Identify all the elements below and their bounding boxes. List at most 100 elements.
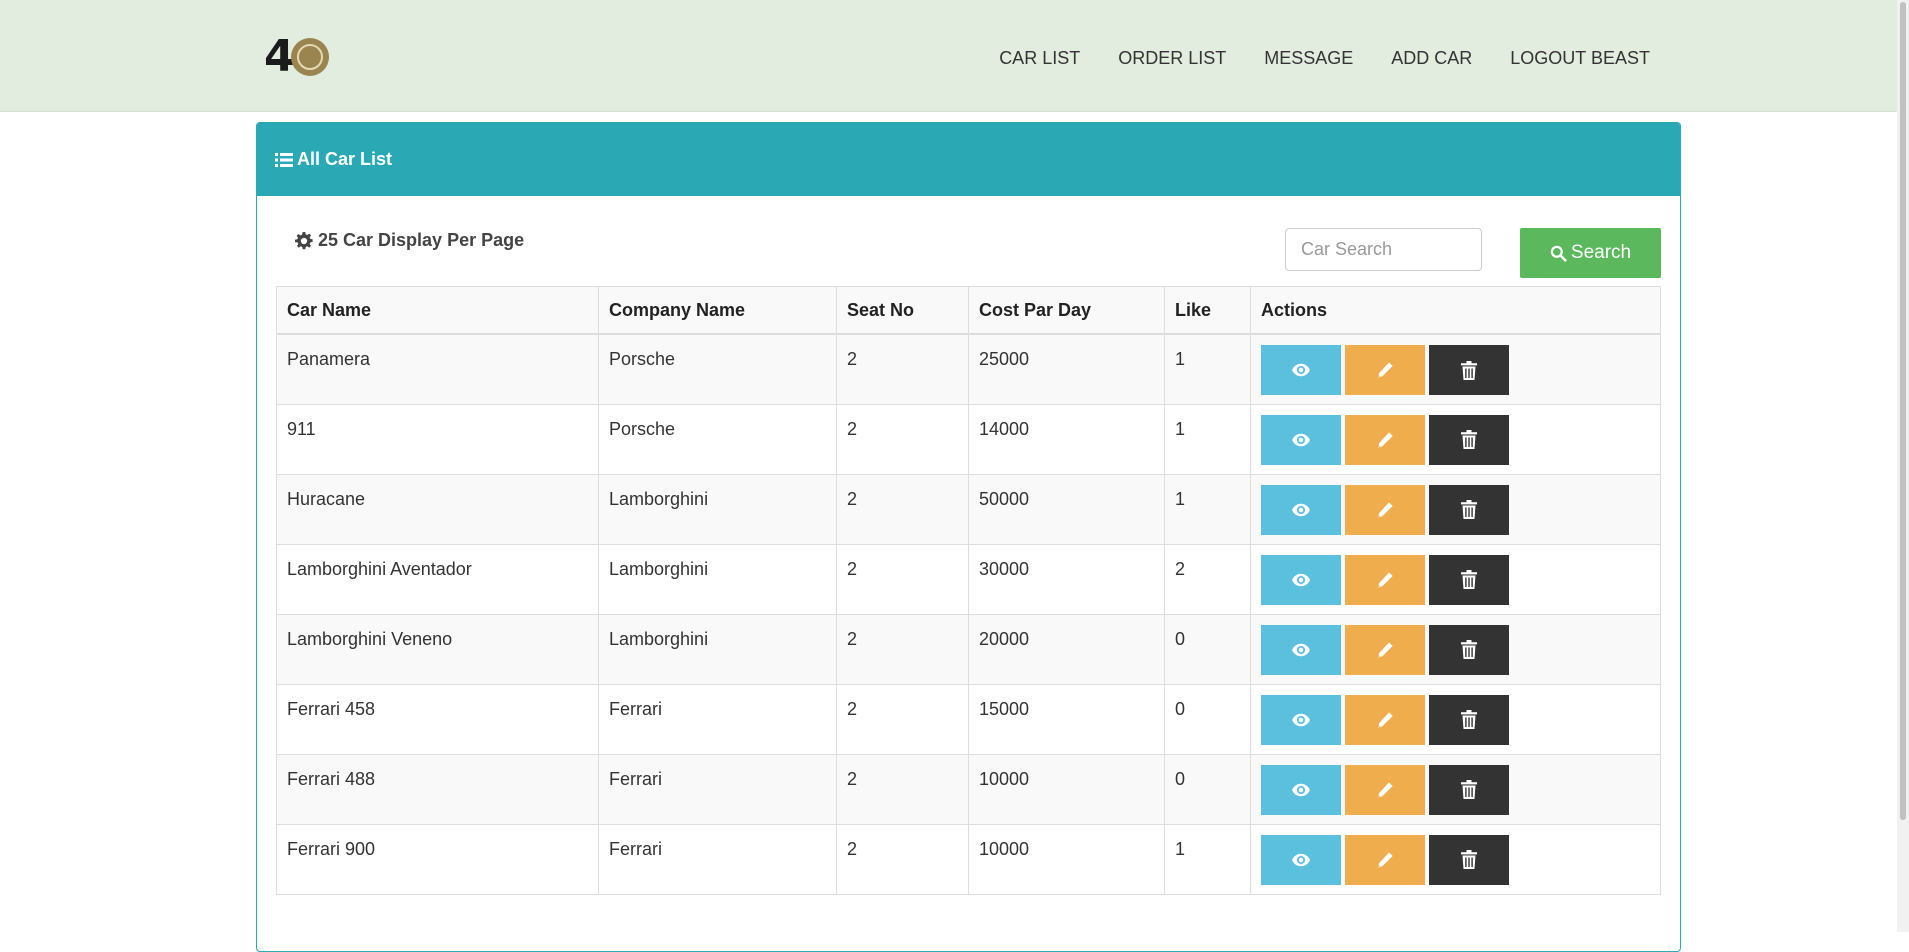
table-row: 911 Porsche 2 14000 1 xyxy=(276,403,1661,475)
eye-icon xyxy=(1292,713,1310,726)
cell-seat-no: 2 xyxy=(836,823,969,895)
search-button-label: Search xyxy=(1570,242,1632,263)
header-company-name[interactable]: Company Name xyxy=(598,286,837,335)
table-toolbar: 25 Car Display Per Page Search xyxy=(257,196,1680,292)
nav-car-list[interactable]: CAR LIST xyxy=(999,46,1080,70)
cell-car-name: 911 xyxy=(276,403,599,475)
nav-logout[interactable]: LOGOUT BEAST xyxy=(1510,46,1650,70)
table-row: Lamborghini Veneno Lamborghini 2 20000 0 xyxy=(276,613,1661,685)
delete-button[interactable] xyxy=(1429,484,1509,535)
cell-car-name: Lamborghini Aventador xyxy=(276,543,599,615)
header-cost-par-day[interactable]: Cost Par Day xyxy=(968,286,1165,335)
delete-button[interactable] xyxy=(1429,414,1509,465)
pencil-icon xyxy=(1377,571,1393,588)
nav-add-car[interactable]: ADD CAR xyxy=(1391,46,1472,70)
table-header-row: Car Name Company Name Seat No Cost Par D… xyxy=(276,286,1661,335)
trash-icon xyxy=(1461,360,1477,380)
edit-button[interactable] xyxy=(1345,554,1425,605)
logo-seal-icon xyxy=(290,38,329,76)
panel-title: All Car List xyxy=(297,149,393,169)
delete-button[interactable] xyxy=(1429,834,1509,885)
cell-like: 0 xyxy=(1164,683,1251,755)
list-icon xyxy=(275,152,293,167)
cell-company-name: Ferrari xyxy=(598,823,837,895)
edit-button[interactable] xyxy=(1345,624,1425,675)
cell-actions xyxy=(1250,333,1661,405)
edit-button[interactable] xyxy=(1345,694,1425,745)
cell-cost-par-day: 30000 xyxy=(968,543,1165,615)
table-row: Panamera Porsche 2 25000 1 xyxy=(276,333,1661,405)
eye-icon xyxy=(1292,573,1310,586)
cell-company-name: Lamborghini xyxy=(598,613,837,685)
header-actions: Actions xyxy=(1250,286,1661,335)
view-button[interactable] xyxy=(1261,694,1341,745)
header-seat-no[interactable]: Seat No xyxy=(836,286,969,335)
cell-like: 2 xyxy=(1164,543,1251,615)
cell-cost-par-day: 14000 xyxy=(968,403,1165,475)
page-scrollbar[interactable] xyxy=(1897,0,1909,932)
cell-company-name: Porsche xyxy=(598,403,837,475)
delete-button[interactable] xyxy=(1429,764,1509,815)
table-body: Panamera Porsche 2 25000 1 911 Porsche 2… xyxy=(276,333,1661,895)
eye-icon xyxy=(1292,783,1310,796)
view-button[interactable] xyxy=(1261,624,1341,675)
gear-icon xyxy=(295,231,313,249)
trash-icon xyxy=(1461,430,1477,449)
trash-icon xyxy=(1461,570,1477,589)
table-row: Huracane Lamborghini 2 50000 1 xyxy=(276,473,1661,545)
view-button[interactable] xyxy=(1261,414,1341,465)
view-button[interactable] xyxy=(1261,834,1341,885)
cell-actions xyxy=(1250,753,1661,825)
pencil-icon xyxy=(1377,641,1393,658)
car-list-panel: All Car List 25 Car Display Per Page Sea… xyxy=(256,122,1681,952)
edit-button[interactable] xyxy=(1345,834,1425,885)
edit-button[interactable] xyxy=(1345,484,1425,535)
edit-button[interactable] xyxy=(1345,414,1425,465)
cell-seat-no: 2 xyxy=(836,683,969,755)
view-button[interactable] xyxy=(1261,345,1341,395)
view-button[interactable] xyxy=(1261,554,1341,605)
view-button[interactable] xyxy=(1261,484,1341,535)
delete-button[interactable] xyxy=(1429,554,1509,605)
eye-icon xyxy=(1292,643,1310,656)
cell-actions xyxy=(1250,823,1661,895)
cell-cost-par-day: 50000 xyxy=(968,473,1165,545)
cell-cost-par-day: 20000 xyxy=(968,613,1165,685)
search-button[interactable]: Search xyxy=(1520,228,1661,278)
pencil-icon xyxy=(1377,431,1393,448)
cell-car-name: Ferrari 458 xyxy=(276,683,599,755)
per-page-info: 25 Car Display Per Page xyxy=(295,230,524,251)
cell-actions xyxy=(1250,403,1661,475)
cell-cost-par-day: 15000 xyxy=(968,683,1165,755)
search-icon xyxy=(1550,245,1567,262)
cell-company-name: Lamborghini xyxy=(598,543,837,615)
table-row: Ferrari 458 Ferrari 2 15000 0 xyxy=(276,683,1661,755)
top-navbar: 4 CAR LIST ORDER LIST MESSAGE ADD CAR LO… xyxy=(0,0,1897,112)
cell-car-name: Panamera xyxy=(276,333,599,405)
cell-car-name: Ferrari 488 xyxy=(276,753,599,825)
pencil-icon xyxy=(1377,711,1393,728)
cell-like: 0 xyxy=(1164,613,1251,685)
brand-logo[interactable]: 4 xyxy=(264,34,329,80)
pencil-icon xyxy=(1377,501,1393,518)
delete-button[interactable] xyxy=(1429,345,1509,395)
logo-text: 4 xyxy=(264,31,295,82)
edit-button[interactable] xyxy=(1345,345,1425,395)
view-button[interactable] xyxy=(1261,764,1341,815)
car-search-input[interactable] xyxy=(1285,228,1482,271)
cell-actions xyxy=(1250,543,1661,615)
header-like[interactable]: Like xyxy=(1164,286,1251,335)
header-car-name[interactable]: Car Name xyxy=(276,286,599,335)
eye-icon xyxy=(1292,433,1310,446)
edit-button[interactable] xyxy=(1345,764,1425,815)
trash-icon xyxy=(1461,850,1477,869)
scrollbar-thumb[interactable] xyxy=(1900,2,1906,820)
delete-button[interactable] xyxy=(1429,694,1509,745)
trash-icon xyxy=(1461,710,1477,729)
pencil-icon xyxy=(1377,851,1393,868)
cell-car-name: Huracane xyxy=(276,473,599,545)
nav-message[interactable]: MESSAGE xyxy=(1264,46,1353,70)
nav-order-list[interactable]: ORDER LIST xyxy=(1118,46,1226,70)
delete-button[interactable] xyxy=(1429,624,1509,675)
table-row: Lamborghini Aventador Lamborghini 2 3000… xyxy=(276,543,1661,615)
